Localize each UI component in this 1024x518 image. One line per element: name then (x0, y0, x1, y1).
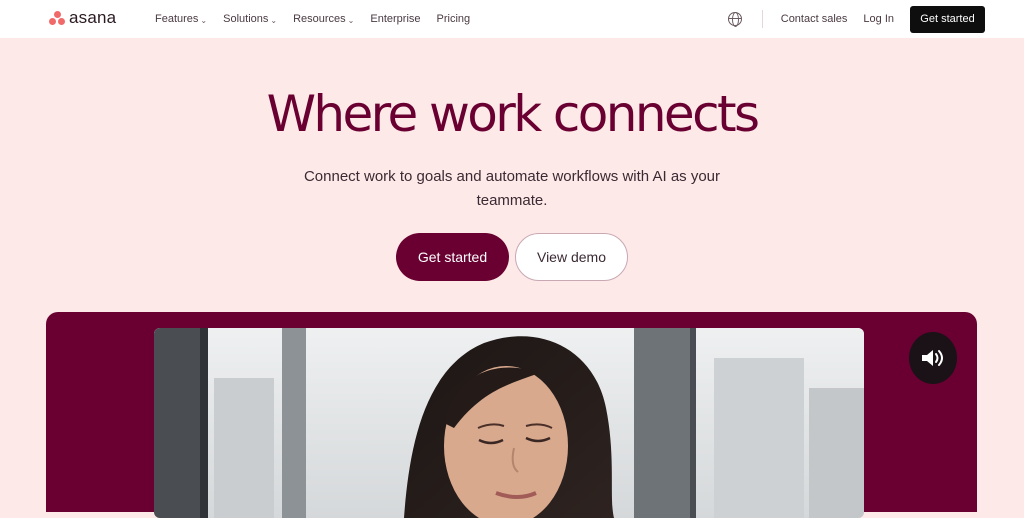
nav-pricing[interactable]: Pricing (437, 13, 471, 25)
nav-features-label: Features (155, 13, 199, 25)
nav-divider (761, 10, 763, 28)
nav-solutions[interactable]: Solutions ⌄ (223, 13, 277, 25)
get-started-button[interactable]: Get started (396, 233, 509, 281)
nav-resources[interactable]: Resources ⌄ (293, 13, 354, 25)
speaker-volume-icon (922, 350, 943, 366)
nav-features[interactable]: Features ⌄ (155, 13, 207, 25)
chevron-down-icon: ⌄ (270, 15, 278, 25)
globe-icon[interactable] (727, 12, 742, 27)
nav-solutions-label: Solutions (223, 13, 269, 25)
hero-subtitle: Connect work to goals and automate workf… (0, 165, 1024, 213)
asana-logo-icon (49, 11, 65, 25)
nav-enterprise-label: Enterprise (370, 13, 421, 25)
hero-title: Where work connects (266, 85, 760, 143)
nav-pricing-label: Pricing (436, 13, 471, 25)
nav-actions: Contact sales Log In Get started (727, 0, 985, 38)
nav-enterprise[interactable]: Enterprise (370, 13, 420, 25)
video-section (46, 312, 977, 518)
chevron-down-icon: ⌄ (200, 15, 208, 25)
asana-logo[interactable]: asana (49, 8, 116, 28)
contact-sales-link[interactable]: Contact sales (781, 13, 848, 25)
sound-toggle-button[interactable] (909, 332, 957, 384)
main-nav: Features ⌄ Solutions ⌄ Resources ⌄ Enter… (155, 0, 470, 38)
nav-get-started-button[interactable]: Get started (910, 5, 985, 33)
hero-cta-group: Get started View demo (396, 233, 628, 281)
view-demo-button[interactable]: View demo (515, 233, 628, 281)
top-navbar: asana Features ⌄ Solutions ⌄ Resources ⌄… (0, 0, 1024, 38)
video-frame (154, 328, 864, 518)
hero-video[interactable] (154, 328, 864, 518)
chevron-down-icon: ⌄ (347, 15, 355, 25)
hero-subtitle-line-2: teammate. (476, 192, 548, 209)
hero-subtitle-line-1: Connect work to goals and automate workf… (303, 168, 721, 185)
login-link[interactable]: Log In (863, 13, 894, 25)
nav-resources-label: Resources (293, 13, 346, 25)
logo-wordmark: asana (69, 8, 117, 27)
